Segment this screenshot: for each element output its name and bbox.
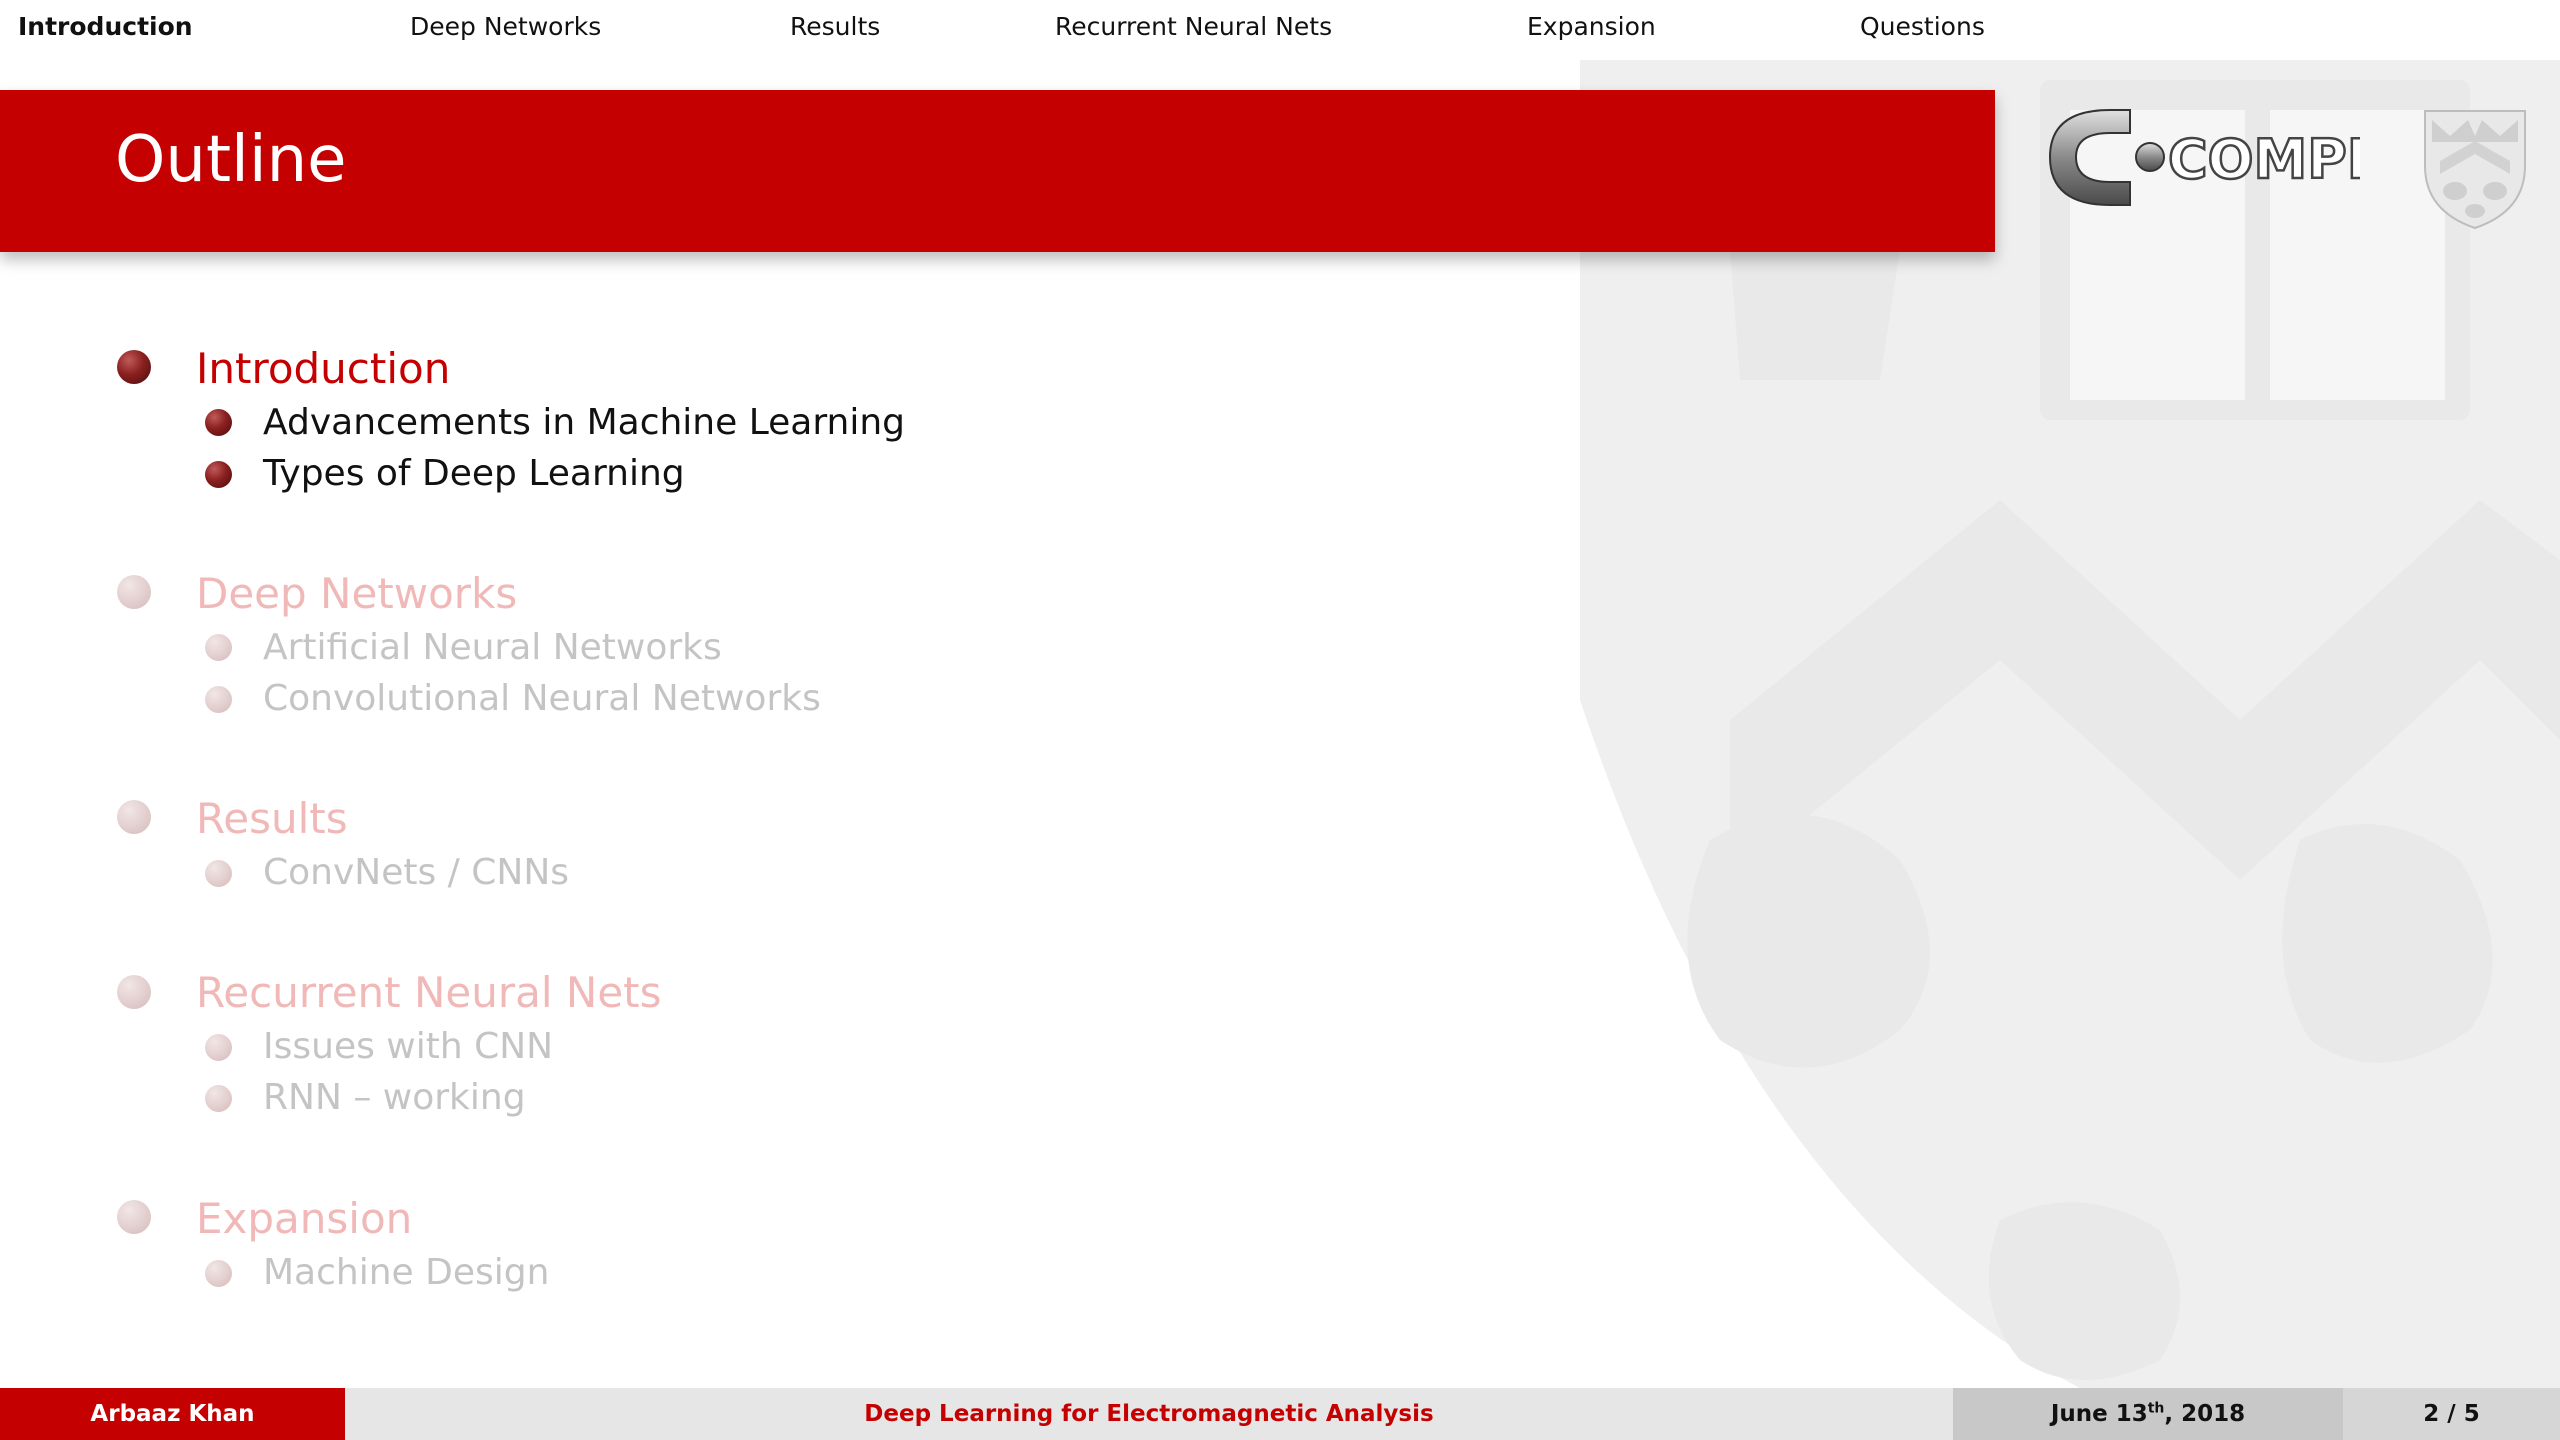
nav-questions[interactable]: Questions <box>1860 12 1985 41</box>
slide-title-bar: Outline <box>0 90 1995 252</box>
nav-introduction[interactable]: Introduction <box>18 12 193 41</box>
university-crest-icon <box>2424 110 2526 230</box>
bullet-icon <box>205 1260 232 1287</box>
outline-subsection[interactable]: RNN – working <box>263 1080 526 1116</box>
nav-deep-networks[interactable]: Deep Networks <box>410 12 601 41</box>
outline-subsection[interactable]: Advancements in Machine Learning <box>263 405 905 441</box>
bullet-icon <box>117 1200 151 1234</box>
compem-logo-icon: COMPEM <box>2048 109 2439 206</box>
bullet-icon <box>205 860 232 887</box>
bullet-icon <box>205 634 232 661</box>
bullet-icon <box>205 461 232 488</box>
bullet-icon <box>205 409 232 436</box>
footer-date: June 13th, 2018 <box>1953 1388 2343 1440</box>
bullet-icon <box>117 800 151 834</box>
footer-date-main: June 13 <box>2050 1401 2148 1427</box>
outline-section-expansion[interactable]: Expansion <box>196 1198 412 1240</box>
bullet-icon <box>205 1085 232 1112</box>
bullet-icon <box>117 575 151 609</box>
nav-recurrent-neural-nets[interactable]: Recurrent Neural Nets <box>1055 12 1332 41</box>
logo-text: COMPEM <box>2168 128 2360 191</box>
nav-expansion[interactable]: Expansion <box>1527 12 1656 41</box>
bullet-icon <box>117 975 151 1009</box>
footer-date-sup: th <box>2147 1400 2165 1417</box>
outline-section-recurrent-neural-nets[interactable]: Recurrent Neural Nets <box>196 972 662 1014</box>
outline-section-results[interactable]: Results <box>196 798 348 840</box>
compem-logo: COMPEM <box>2040 100 2439 219</box>
bullet-icon <box>117 350 151 384</box>
outline-subsection[interactable]: Types of Deep Learning <box>263 456 685 492</box>
footer-date-year: , 2018 <box>2164 1401 2246 1427</box>
outline-subsection[interactable]: Convolutional Neural Networks <box>263 681 821 717</box>
footer-talk-title: Deep Learning for Electromagnetic Analys… <box>345 1388 1953 1440</box>
footer-author: Arbaaz Khan <box>0 1388 345 1440</box>
nav-results[interactable]: Results <box>790 12 880 41</box>
bullet-icon <box>205 686 232 713</box>
footer-page-number: 2 / 5 <box>2343 1388 2560 1440</box>
bullet-icon <box>205 1034 232 1061</box>
outline-subsection[interactable]: Issues with CNN <box>263 1029 553 1065</box>
outline-section-deep-networks[interactable]: Deep Networks <box>196 573 517 615</box>
outline-subsection[interactable]: Artificial Neural Networks <box>263 630 722 666</box>
outline-section-introduction[interactable]: Introduction <box>196 348 450 390</box>
section-navigation: Introduction Deep Networks Results Recur… <box>0 0 2560 54</box>
slide-title: Outline <box>115 123 347 197</box>
outline-subsection[interactable]: Machine Design <box>263 1255 549 1291</box>
outline-subsection[interactable]: ConvNets / CNNs <box>263 855 569 891</box>
slide-footer: Arbaaz Khan Deep Learning for Electromag… <box>0 1388 2560 1440</box>
